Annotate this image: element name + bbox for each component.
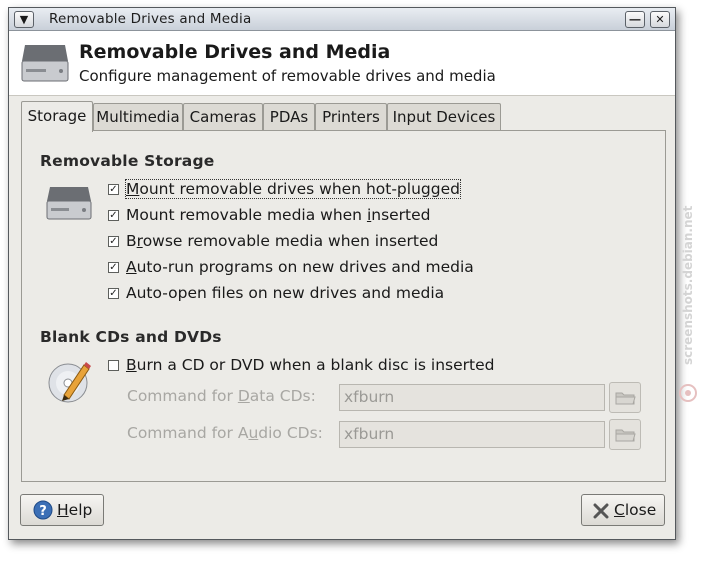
checkbox[interactable] bbox=[108, 360, 119, 371]
option-label: Auto-run programs on new drives and medi… bbox=[126, 258, 474, 276]
close-label: Close bbox=[614, 501, 657, 519]
tab-storage[interactable]: Storage bbox=[21, 101, 93, 132]
tab-cameras[interactable]: Cameras bbox=[183, 103, 263, 130]
data-cd-command-label: Command for Data CDs: bbox=[127, 387, 316, 405]
window-title: Removable Drives and Media bbox=[49, 11, 252, 27]
checkbox[interactable]: ✓ bbox=[108, 184, 119, 195]
tab-printers[interactable]: Printers bbox=[315, 103, 387, 130]
window-menu-icon[interactable]: ▼ bbox=[14, 11, 34, 28]
minimize-icon[interactable]: ― bbox=[625, 11, 645, 28]
dialog-window: ▼ Removable Drives and Media ― ✕ Removab… bbox=[8, 7, 676, 540]
header-title: Removable Drives and Media bbox=[79, 41, 391, 63]
audio-cd-browse-button[interactable] bbox=[609, 419, 641, 450]
checkbox[interactable]: ✓ bbox=[108, 236, 119, 247]
checkbox[interactable]: ✓ bbox=[108, 288, 119, 299]
help-label: Help bbox=[57, 501, 93, 519]
folder-icon bbox=[615, 392, 636, 405]
header-subtitle: Configure management of removable drives… bbox=[79, 67, 496, 85]
tab-input-devices[interactable]: Input Devices bbox=[387, 103, 501, 130]
option-label: Browse removable media when inserted bbox=[126, 232, 439, 250]
svg-text:?: ? bbox=[39, 504, 47, 519]
help-button[interactable]: ? Help bbox=[20, 494, 104, 526]
checkbox[interactable]: ✓ bbox=[108, 210, 119, 221]
audio-cd-command-label: Command for Audio CDs: bbox=[127, 424, 323, 442]
checkbox[interactable]: ✓ bbox=[108, 262, 119, 273]
option-label: Burn a CD or DVD when a blank disc is in… bbox=[126, 356, 495, 374]
blank-cds-title: Blank CDs and DVDs bbox=[40, 328, 222, 346]
title-bar[interactable]: ▼ Removable Drives and Media ― ✕ bbox=[9, 8, 675, 31]
cd-burn-icon bbox=[46, 359, 92, 409]
close-button[interactable]: Close bbox=[581, 494, 665, 526]
data-cd-browse-button[interactable] bbox=[609, 382, 641, 413]
watermark-text: screenshots.debian.net bbox=[681, 205, 695, 365]
harddrive-icon bbox=[21, 43, 69, 87]
option-label: Mount removable media when inserted bbox=[126, 206, 431, 224]
help-icon: ? bbox=[33, 500, 53, 520]
tab-pdas[interactable]: PDAs bbox=[263, 103, 315, 130]
data-cd-command-input[interactable]: xfburn bbox=[339, 384, 605, 411]
removable-storage-title: Removable Storage bbox=[40, 152, 215, 170]
close-x-icon bbox=[593, 503, 609, 519]
folder-icon bbox=[615, 429, 636, 442]
audio-cd-command-input[interactable]: xfburn bbox=[339, 421, 605, 448]
option-label: Mount removable drives when hot-plugged bbox=[125, 179, 461, 199]
option-label: Auto-open files on new drives and media bbox=[126, 284, 445, 302]
dialog-header: Removable Drives and Media Configure man… bbox=[9, 31, 675, 96]
storage-panel: Removable Storage ✓ Mount removable driv… bbox=[21, 130, 666, 482]
watermark: screenshots.debian.net bbox=[676, 160, 697, 410]
drive-icon bbox=[46, 185, 92, 225]
close-icon[interactable]: ✕ bbox=[650, 11, 670, 28]
tab-multimedia[interactable]: Multimedia bbox=[93, 103, 183, 130]
